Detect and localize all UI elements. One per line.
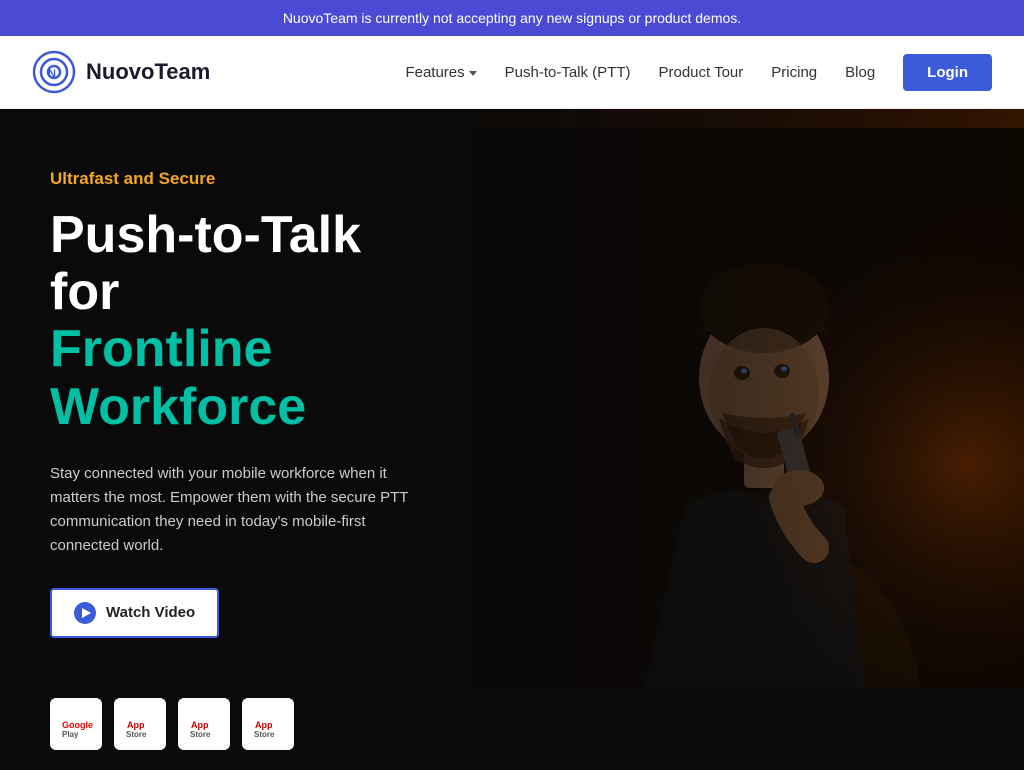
nav-blog[interactable]: Blog <box>845 64 875 81</box>
partner-logo-4: App Store <box>242 698 294 750</box>
partner-logo-3: App Store <box>178 698 230 750</box>
svg-text:Play: Play <box>62 730 79 739</box>
svg-text:N: N <box>48 68 56 80</box>
hero-title: Push-to-Talk for Frontline Workforce <box>50 207 430 436</box>
svg-text:Store: Store <box>254 730 275 739</box>
partners-section: Google Play App Store App Store App Stor… <box>0 688 1024 770</box>
logo[interactable]: N NuovoTeam <box>32 50 210 94</box>
play-icon <box>74 602 96 624</box>
partner-logo-1: Google Play <box>50 698 102 750</box>
hero-tagline: Ultrafast and Secure <box>50 169 430 189</box>
svg-text:App: App <box>191 720 209 730</box>
watch-video-label: Watch Video <box>106 604 195 621</box>
play-triangle <box>82 608 91 618</box>
svg-text:App: App <box>255 720 273 730</box>
svg-text:Store: Store <box>190 730 211 739</box>
login-button[interactable]: Login <box>903 54 992 91</box>
logo-icon: N <box>32 50 76 94</box>
nav-product-tour[interactable]: Product Tour <box>659 64 744 81</box>
watch-video-button[interactable]: Watch Video <box>50 588 219 638</box>
svg-text:Google: Google <box>62 720 93 730</box>
nav-ptt[interactable]: Push-to-Talk (PTT) <box>505 64 631 81</box>
hero-title-accent: Frontline Workforce <box>50 321 430 435</box>
svg-text:App: App <box>127 720 145 730</box>
hero-description: Stay connected with your mobile workforc… <box>50 462 430 558</box>
header: N NuovoTeam Features Push-to-Talk (PTT) … <box>0 36 1024 109</box>
svg-text:Store: Store <box>126 730 147 739</box>
hero-section: Ultrafast and Secure Push-to-Talk for Fr… <box>0 109 1024 688</box>
main-nav: Features Push-to-Talk (PTT) Product Tour… <box>405 54 992 91</box>
nav-pricing[interactable]: Pricing <box>771 64 817 81</box>
nav-features[interactable]: Features <box>405 64 476 81</box>
logo-text: NuovoTeam <box>86 59 210 85</box>
banner-text: NuovoTeam is currently not accepting any… <box>283 10 741 26</box>
announcement-banner: NuovoTeam is currently not accepting any… <box>0 0 1024 36</box>
partner-logo-2: App Store <box>114 698 166 750</box>
hero-content: Ultrafast and Secure Push-to-Talk for Fr… <box>0 109 480 688</box>
chevron-down-icon <box>469 71 477 76</box>
